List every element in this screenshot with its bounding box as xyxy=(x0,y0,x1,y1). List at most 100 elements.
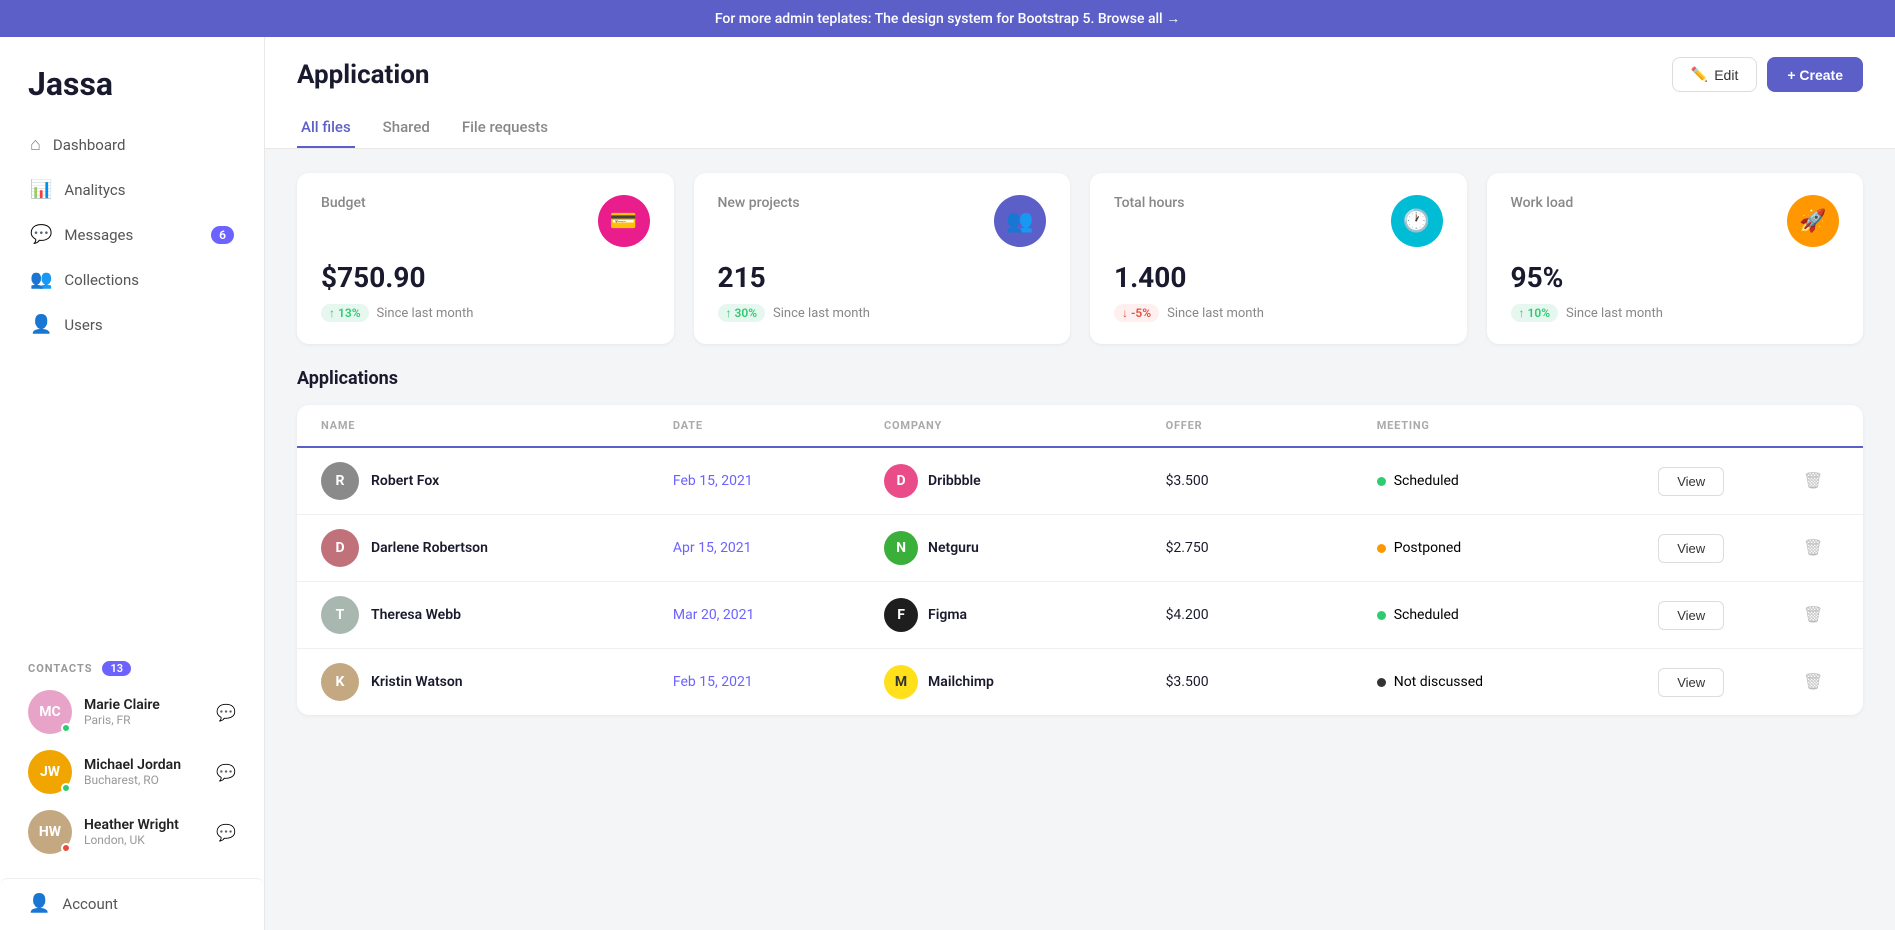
stat-icon-total-hours: 🕐 xyxy=(1391,195,1443,247)
delete-button-1[interactable]: 🗑 xyxy=(1799,534,1827,562)
company-cell-3: M Mailchimp xyxy=(884,665,1166,699)
person-name-1: Darlene Robertson xyxy=(371,540,488,556)
stat-icon-work-load: 🚀 xyxy=(1787,195,1839,247)
company-name-3: Mailchimp xyxy=(928,674,994,690)
stat-label-work-load: Work load xyxy=(1511,195,1574,211)
create-button[interactable]: + Create xyxy=(1767,57,1863,92)
sidebar-item-users[interactable]: 👤 Users xyxy=(16,303,248,346)
sidebar-nav: ⌂ Dashboard 📊 Analitycs 💬 Messages 6 👥 C… xyxy=(0,123,264,645)
meeting-cell-1: Postponed xyxy=(1377,540,1659,556)
sidebar-item-dashboard-label: Dashboard xyxy=(53,136,126,154)
contact-item-2[interactable]: HW Heather Wright London, UK 💬 xyxy=(28,810,236,854)
sidebar-item-messages-label: Messages xyxy=(64,226,133,244)
sidebar-item-messages[interactable]: 💬 Messages 6 xyxy=(16,213,248,256)
person-avatar-1: D xyxy=(321,529,359,567)
view-button-0[interactable]: View xyxy=(1658,467,1724,496)
sidebar-item-users-label: Users xyxy=(64,316,102,334)
page-title: Application xyxy=(297,60,429,90)
stat-since-budget: Since last month xyxy=(377,306,474,321)
analytics-icon: 📊 xyxy=(30,179,52,200)
sidebar-item-collections[interactable]: 👥 Collections xyxy=(16,258,248,301)
meeting-cell-0: Scheduled xyxy=(1377,473,1659,489)
chat-icon-0[interactable]: 💬 xyxy=(216,703,236,722)
view-button-2[interactable]: View xyxy=(1658,601,1724,630)
company-name-0: Dribbble xyxy=(928,473,981,489)
sidebar-item-account-label: Account xyxy=(62,895,118,913)
delete-cell-3: 🗑 xyxy=(1799,668,1839,696)
main-header: Application ✏️ Edit + Create All files Sh… xyxy=(265,37,1895,149)
stat-footer-budget: ↑ 13% Since last month xyxy=(321,304,650,322)
person-name-3: Kristin Watson xyxy=(371,674,463,690)
company-logo-1: N xyxy=(884,531,918,565)
row-actions-0: View xyxy=(1658,467,1799,496)
tab-all-files[interactable]: All files xyxy=(297,108,355,148)
row-actions-1: View xyxy=(1658,534,1799,563)
contact-info-2: Heather Wright London, UK xyxy=(84,817,216,847)
edit-icon: ✏️ xyxy=(1691,66,1708,83)
person-avatar-2: T xyxy=(321,596,359,634)
contact-location-0: Paris, FR xyxy=(84,713,216,727)
person-cell-0: R Robert Fox xyxy=(321,462,673,500)
col-header-6 xyxy=(1799,419,1839,432)
meeting-cell-3: Not discussed xyxy=(1377,674,1659,690)
stat-change-new-projects: ↑ 30% xyxy=(718,304,766,322)
company-logo-2: F xyxy=(884,598,918,632)
tab-file-requests[interactable]: File requests xyxy=(458,108,552,148)
table-body: R Robert Fox Feb 15, 2021 D Dribbble $3.… xyxy=(297,448,1863,715)
contact-name-2: Heather Wright xyxy=(84,817,216,833)
delete-button-0[interactable]: 🗑 xyxy=(1799,467,1827,495)
date-cell-1: Apr 15, 2021 xyxy=(673,540,884,556)
sidebar-item-analytics-label: Analitycs xyxy=(64,181,125,199)
table-row: K Kristin Watson Feb 15, 2021 M Mailchim… xyxy=(297,649,1863,715)
company-logo-3: M xyxy=(884,665,918,699)
sidebar-item-account[interactable]: 👤 Account xyxy=(0,878,264,928)
meeting-status-0: Scheduled xyxy=(1394,473,1459,489)
person-cell-2: T Theresa Webb xyxy=(321,596,673,634)
col-header-2: COMPANY xyxy=(884,419,1166,432)
row-actions-2: View xyxy=(1658,601,1799,630)
meeting-dot-1 xyxy=(1377,544,1386,553)
table-row: R Robert Fox Feb 15, 2021 D Dribbble $3.… xyxy=(297,448,1863,515)
contact-name-0: Marie Claire xyxy=(84,697,216,713)
app-logo: Jassa xyxy=(0,37,264,123)
stat-change-work-load: ↑ 10% xyxy=(1511,304,1559,322)
delete-button-3[interactable]: 🗑 xyxy=(1799,668,1827,696)
meeting-status-2: Scheduled xyxy=(1394,607,1459,623)
table-row: T Theresa Webb Mar 20, 2021 F Figma $4.2… xyxy=(297,582,1863,649)
meeting-cell-2: Scheduled xyxy=(1377,607,1659,623)
sidebar-item-dashboard[interactable]: ⌂ Dashboard xyxy=(16,123,248,166)
sidebar-item-analytics[interactable]: 📊 Analitycs xyxy=(16,168,248,211)
applications-section: Applications NAMEDATECOMPANYOFFERMEETING… xyxy=(265,368,1895,747)
stat-value-work-load: 95% xyxy=(1511,261,1840,294)
delete-button-2[interactable]: 🗑 xyxy=(1799,601,1827,629)
offer-cell-0: $3.500 xyxy=(1166,473,1377,489)
contact-avatar-wrap-1: JW xyxy=(28,750,72,794)
meeting-dot-3 xyxy=(1377,678,1386,687)
stat-footer-total-hours: ↓ -5% Since last month xyxy=(1114,304,1443,322)
company-name-2: Figma xyxy=(928,607,967,623)
view-button-3[interactable]: View xyxy=(1658,668,1724,697)
stats-grid: Budget 💳 $750.90 ↑ 13% Since last month … xyxy=(265,149,1895,368)
meeting-dot-2 xyxy=(1377,611,1386,620)
stat-label-new-projects: New projects xyxy=(718,195,800,211)
contact-item-0[interactable]: MC Marie Claire Paris, FR 💬 xyxy=(28,690,236,734)
sidebar-item-collections-label: Collections xyxy=(64,271,139,289)
stat-label-total-hours: Total hours xyxy=(1114,195,1184,211)
person-avatar-3: K xyxy=(321,663,359,701)
stat-card-work-load: Work load 🚀 95% ↑ 10% Since last month xyxy=(1487,173,1864,344)
stat-change-budget: ↑ 13% xyxy=(321,304,369,322)
contact-location-2: London, UK xyxy=(84,833,216,847)
sidebar: Jassa ⌂ Dashboard 📊 Analitycs 💬 Messages… xyxy=(0,37,265,930)
delete-cell-2: 🗑 xyxy=(1799,601,1839,629)
chat-icon-1[interactable]: 💬 xyxy=(216,763,236,782)
tab-shared[interactable]: Shared xyxy=(379,108,434,148)
company-cell-0: D Dribbble xyxy=(884,464,1166,498)
stat-value-budget: $750.90 xyxy=(321,261,650,294)
view-button-1[interactable]: View xyxy=(1658,534,1724,563)
contacts-label: CONTACTS xyxy=(28,662,92,675)
edit-button[interactable]: ✏️ Edit xyxy=(1672,57,1758,92)
contacts-count: 13 xyxy=(102,661,131,676)
meeting-status-3: Not discussed xyxy=(1394,674,1483,690)
contact-item-1[interactable]: JW Michael Jordan Bucharest, RO 💬 xyxy=(28,750,236,794)
chat-icon-2[interactable]: 💬 xyxy=(216,823,236,842)
